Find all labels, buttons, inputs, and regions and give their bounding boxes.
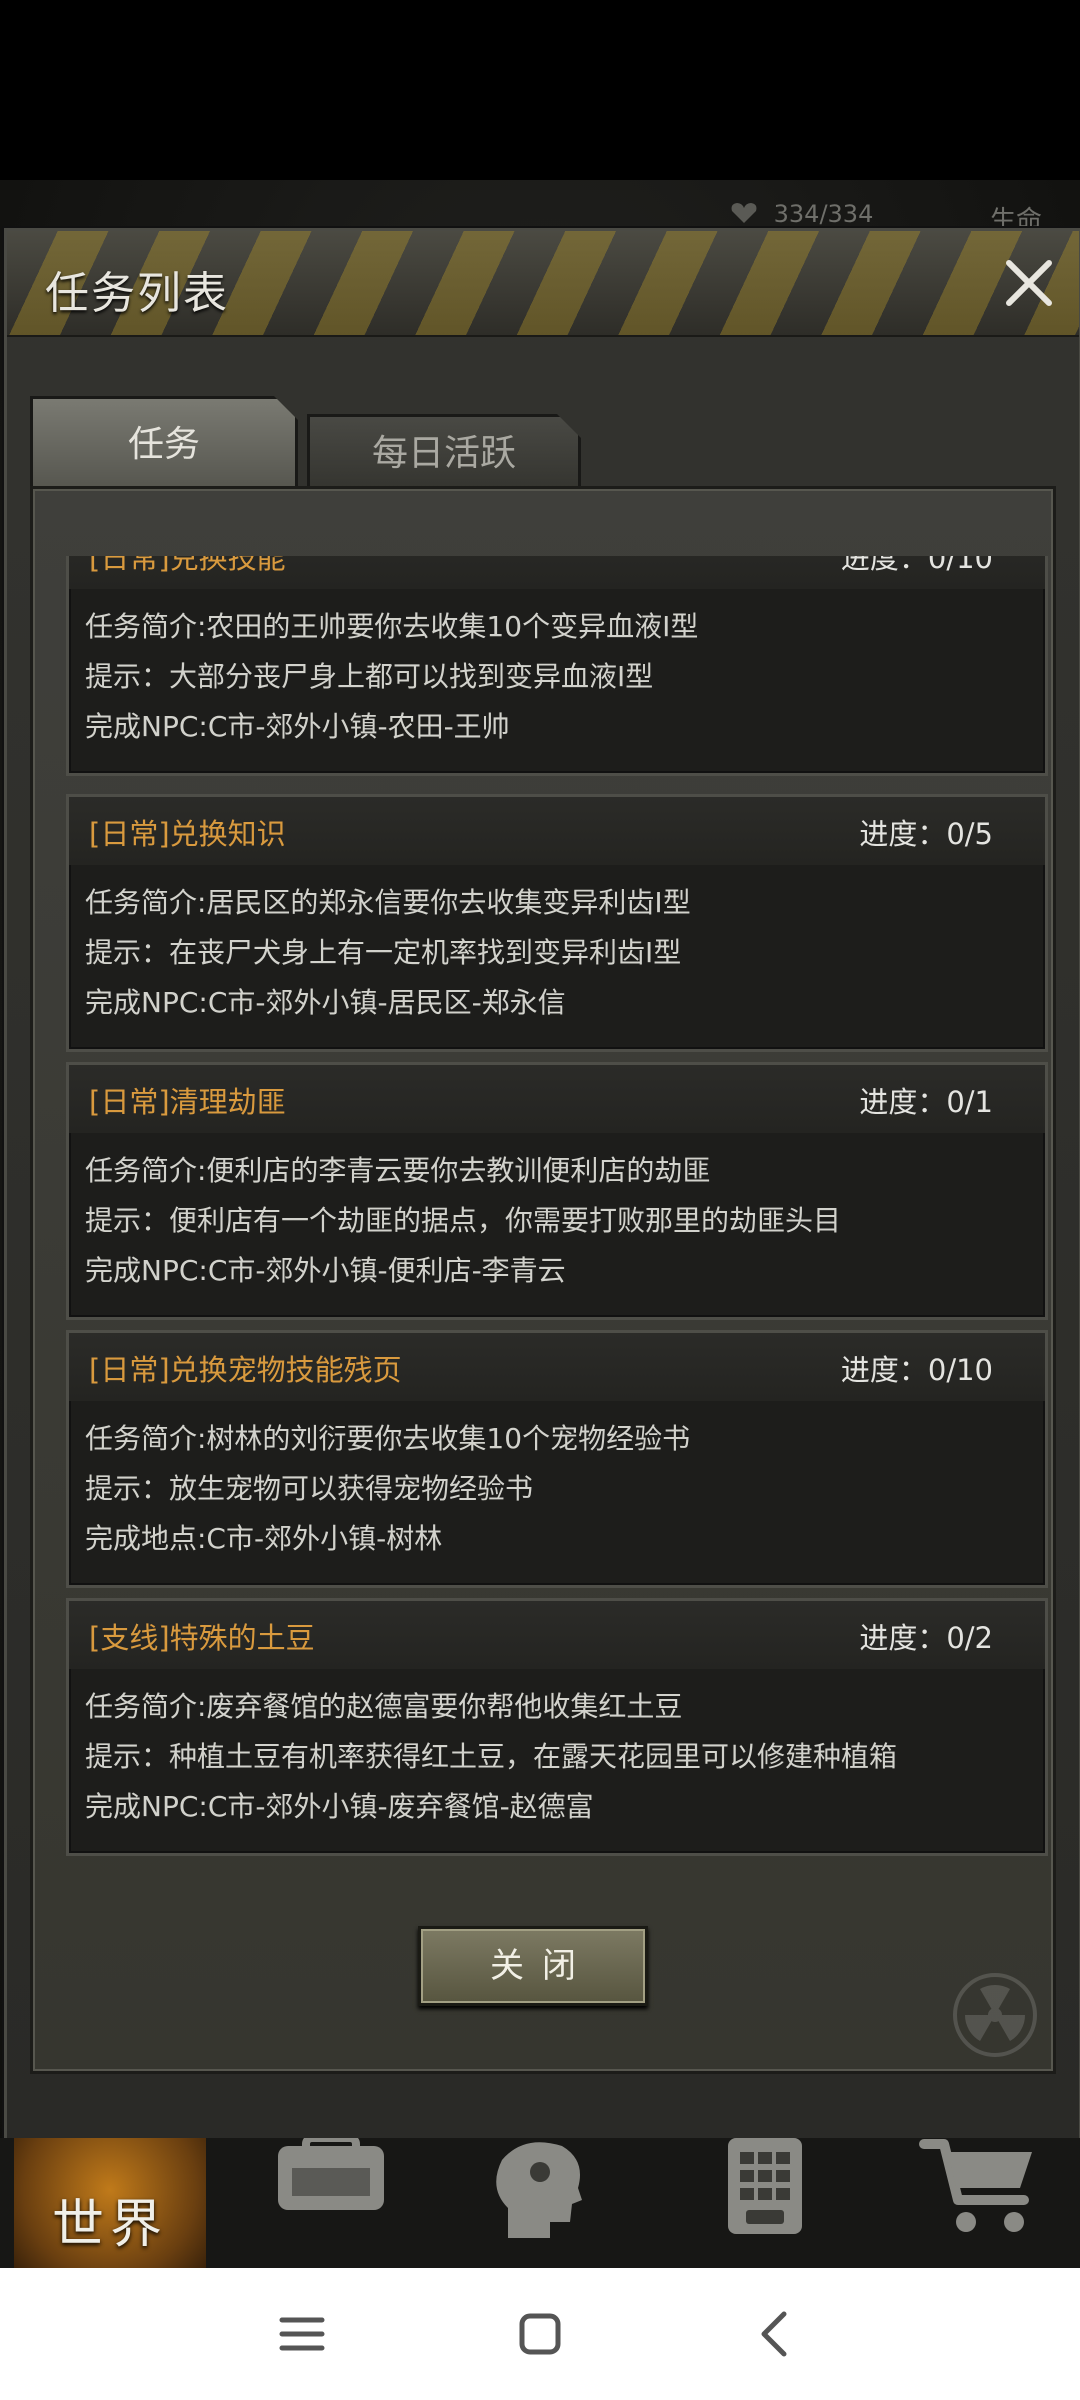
quest-header: [支线]特殊的土豆 进度：0/2 (69, 1601, 1045, 1669)
quest-hint: 提示：大部分丧尸身上都可以找到变异血液Ⅰ型 (85, 660, 654, 693)
skill-head-icon[interactable] (478, 2138, 608, 2238)
quest-header: [日常]兑换技能 进度：0/10 (69, 556, 1045, 589)
back-icon[interactable] (744, 2302, 808, 2366)
quest-npc: 完成NPC:C市-郊外小镇-废弃餐馆-赵德富 (85, 1790, 594, 1823)
quest-name: [支线]特殊的土豆 (89, 1621, 315, 1655)
status-area (0, 0, 1080, 180)
quest-header: [日常]兑换宠物技能残页 进度：0/10 (69, 1333, 1045, 1401)
menu-icon[interactable] (270, 2302, 334, 2366)
quest-card[interactable]: [日常]兑换技能 进度：0/10 任务简介:农田的王帅要你去收集10个变异血液Ⅰ… (66, 556, 1048, 776)
quest-npc: 完成NPC:C市-郊外小镇-农田-王帅 (85, 710, 510, 743)
quest-progress: 进度：0/5 (859, 817, 993, 851)
quest-progress: 进度：0/2 (859, 1621, 993, 1655)
nav-world-label: 世界 (51, 2195, 168, 2255)
quest-name: [日常]兑换宠物技能残页 (89, 1353, 402, 1387)
quest-card[interactable]: [支线]特殊的土豆 进度：0/2 任务简介:废弃餐馆的赵德富要你帮他收集红土豆 … (66, 1598, 1048, 1856)
quest-name: [日常]清理劫匪 (89, 1085, 286, 1119)
quest-header: [日常]兑换知识 进度：0/5 (69, 797, 1045, 865)
dialog-title: 任务列表 (45, 268, 229, 319)
quest-name: [日常]兑换技能 (89, 556, 286, 575)
quest-npc: 完成NPC:C市-郊外小镇-便利店-李青云 (85, 1254, 566, 1287)
cart-icon[interactable] (914, 2138, 1044, 2238)
dialog-header: 任务列表 (7, 231, 1079, 337)
quest-hint: 提示：便利店有一个劫匪的据点，你需要打败那里的劫匪头目 (85, 1204, 842, 1237)
quest-description: 任务简介:农田的王帅要你去收集10个变异血液Ⅰ型 (85, 610, 699, 643)
quest-location: 完成地点:C市-郊外小镇-树林 (85, 1522, 443, 1555)
hud-hp: 334/334 (730, 200, 873, 228)
quest-card[interactable]: [日常]兑换知识 进度：0/5 任务简介:居民区的郑永信要你去收集变异利齿Ⅰ型 … (66, 794, 1048, 1052)
quest-hint: 提示：放生宠物可以获得宠物经验书 (85, 1472, 534, 1505)
tab-quests[interactable]: 任务 (30, 396, 298, 491)
quest-description: 任务简介:树林的刘衍要你去收集10个宠物经验书 (85, 1422, 691, 1455)
quest-npc: 完成NPC:C市-郊外小镇-居民区-郑永信 (85, 986, 566, 1019)
quest-card[interactable]: [日常]兑换宠物技能残页 进度：0/10 任务简介:树林的刘衍要你去收集10个宠… (66, 1330, 1048, 1588)
quest-description: 任务简介:废弃餐馆的赵德富要你帮他收集红土豆 (85, 1690, 683, 1723)
tab-daily-active[interactable]: 每日活跃 (307, 414, 581, 491)
quest-description: 任务简介:居民区的郑永信要你去收集变异利齿Ⅰ型 (85, 886, 691, 919)
quest-card[interactable]: [日常]清理劫匪 进度：0/1 任务简介:便利店的李青云要你去教训便利店的劫匪 … (66, 1062, 1048, 1320)
nav-world-button[interactable]: 世界 (14, 2138, 206, 2268)
close-button[interactable]: 关闭 (418, 1926, 648, 2006)
quest-list[interactable]: [日常]兑换技能 进度：0/10 任务简介:农田的王帅要你去收集10个变异血液Ⅰ… (36, 556, 1048, 1866)
quest-description: 任务简介:便利店的李青云要你去教训便利店的劫匪 (85, 1154, 711, 1187)
quest-progress: 进度：0/10 (840, 1353, 993, 1387)
quest-header: [日常]清理劫匪 进度：0/1 (69, 1065, 1045, 1133)
quest-hint: 提示：在丧尸犬身上有一定机率找到变异利齿Ⅰ型 (85, 936, 682, 969)
radiation-icon (953, 1973, 1037, 2057)
quest-name: [日常]兑换知识 (89, 817, 286, 851)
heart-icon (731, 203, 757, 223)
backpack-icon[interactable] (266, 2138, 396, 2238)
close-icon[interactable] (1001, 255, 1057, 311)
quest-progress: 进度：0/1 (859, 1085, 993, 1119)
phone-icon[interactable] (700, 2138, 830, 2238)
quest-hint: 提示：种植土豆有机率获得红土豆，在露天花园里可以修建种植箱 (85, 1740, 898, 1773)
quest-progress: 进度：0/10 (840, 556, 993, 575)
home-icon[interactable] (508, 2302, 572, 2366)
hud-hp-value: 334/334 (773, 200, 874, 228)
